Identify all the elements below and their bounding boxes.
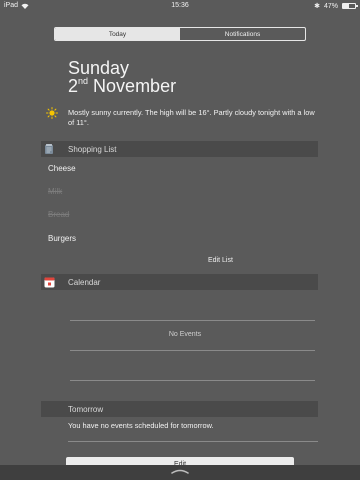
status-bar: iPad 15:36 ✱ 47% xyxy=(0,0,360,12)
tomorrow-header: Tomorrow xyxy=(41,401,318,417)
date-ordinal: nd xyxy=(78,76,89,86)
battery-percent: 47% xyxy=(323,2,338,10)
tomorrow-message: You have no events scheduled for tomorro… xyxy=(68,421,214,430)
calendar-title: Calendar xyxy=(68,277,101,287)
shopping-list-app-icon xyxy=(41,141,57,157)
view-segmented-control: Today Notifications xyxy=(54,27,306,41)
date-day: 2 xyxy=(68,76,79,96)
edit-list-button[interactable]: Edit List xyxy=(208,257,233,264)
list-item-cheese[interactable]: Cheese xyxy=(48,164,76,173)
list-item-bread[interactable]: Bread xyxy=(48,210,69,219)
list-item-milk[interactable]: Milk xyxy=(48,187,62,196)
sun-icon xyxy=(46,107,58,119)
chevron-up-handle-icon[interactable] xyxy=(171,467,189,475)
list-item-burgers[interactable]: Burgers xyxy=(48,234,76,243)
calendar-divider-top xyxy=(70,320,315,321)
date-label: 2nd November xyxy=(68,76,176,97)
tomorrow-title: Tomorrow xyxy=(68,404,104,414)
weather-summary: Mostly sunny currently. The high will be… xyxy=(68,108,315,127)
tomorrow-divider xyxy=(68,441,318,442)
calendar-app-icon xyxy=(41,274,57,290)
calendar-divider-bottom xyxy=(70,380,315,381)
tab-notifications[interactable]: Notifications xyxy=(180,28,305,40)
date-month: November xyxy=(93,76,177,96)
clock: 15:36 xyxy=(171,2,189,9)
shopping-list-title: Shopping List xyxy=(68,144,117,154)
calendar-header[interactable]: Calendar xyxy=(41,274,318,290)
shopping-list-glyph xyxy=(45,144,53,154)
shopping-list-header[interactable]: Shopping List xyxy=(41,141,318,157)
bluetooth-icon: ✱ xyxy=(314,3,320,10)
battery-fill xyxy=(343,4,349,8)
battery-icon xyxy=(342,3,358,9)
tab-today[interactable]: Today xyxy=(55,28,180,40)
status-right: ✱ 47% xyxy=(314,2,358,10)
calendar-divider-middle xyxy=(70,350,315,351)
calendar-glyph xyxy=(44,277,54,287)
no-events-label: No Events xyxy=(168,331,202,338)
